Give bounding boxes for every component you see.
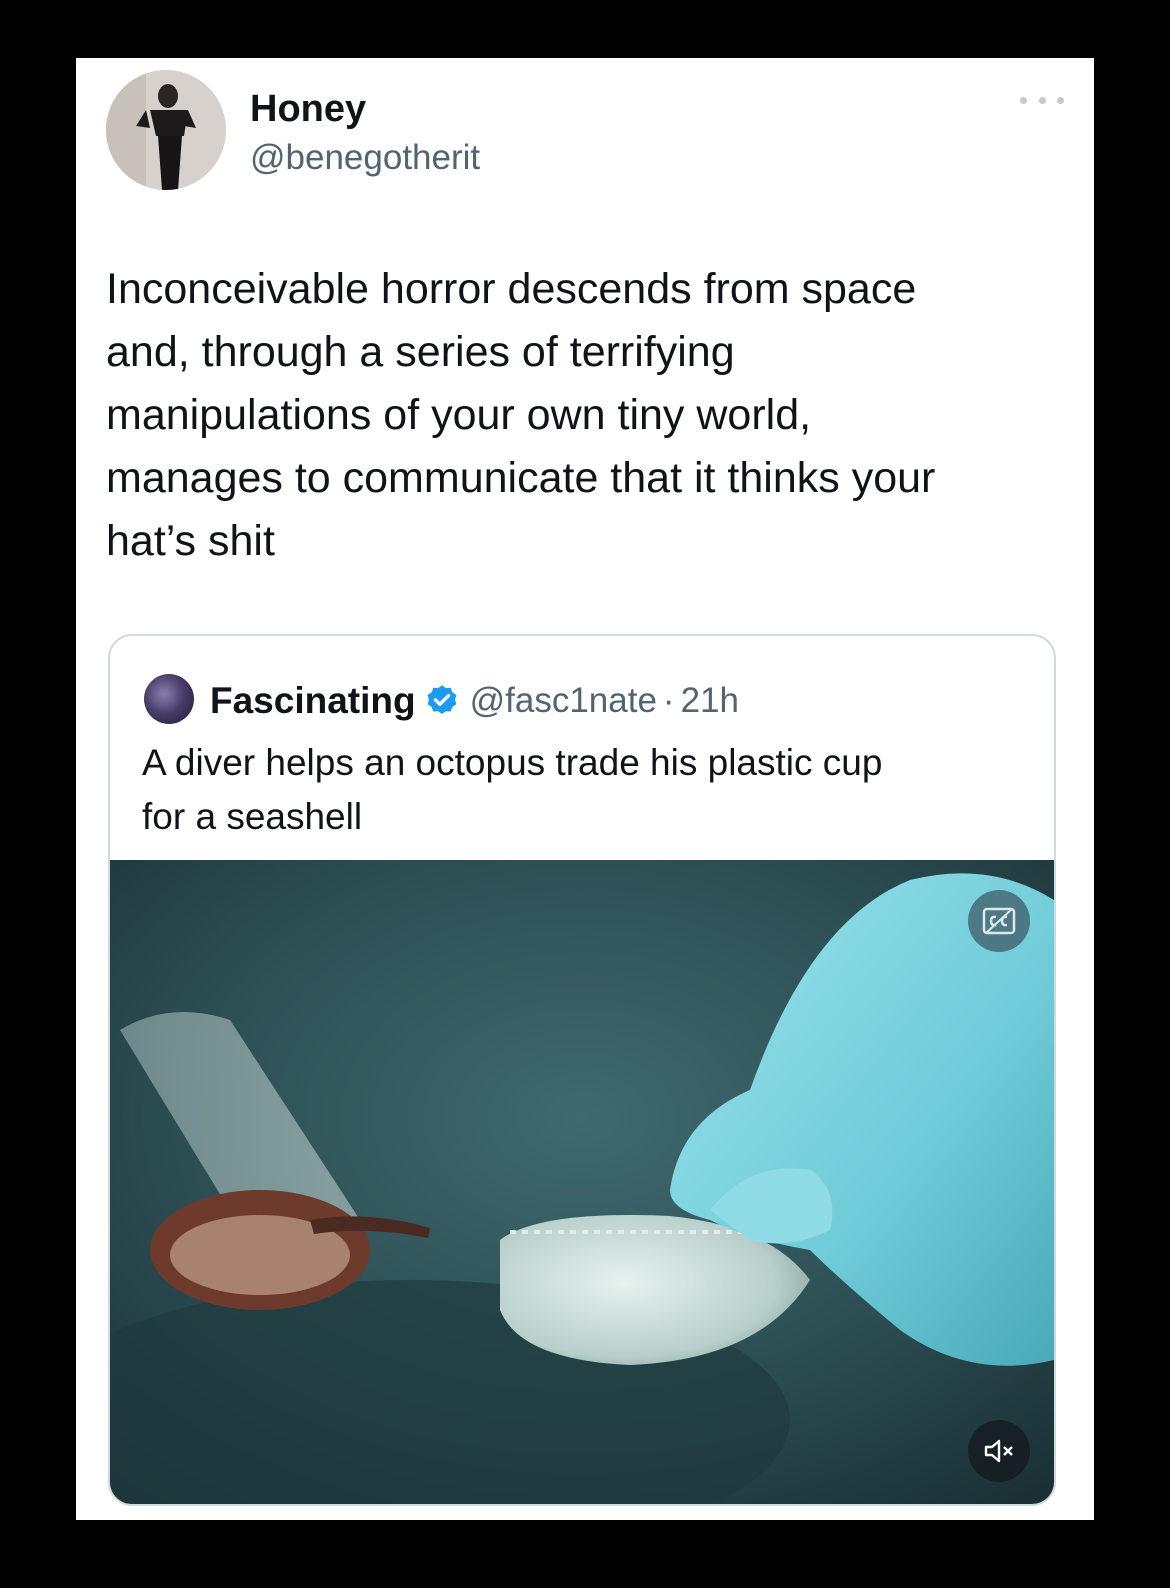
- quoted-header: Fascinating @fasc1nate · 21h: [210, 674, 739, 728]
- quoted-display-name[interactable]: Fascinating: [210, 680, 416, 722]
- closed-captions-icon[interactable]: [968, 890, 1030, 952]
- tweet-text: Inconceivable horror descends from space…: [106, 265, 936, 565]
- quoted-tweet[interactable]: Fascinating @fasc1nate · 21h A diver hel…: [108, 634, 1056, 1506]
- quoted-handle[interactable]: @fasc1nate: [470, 681, 657, 721]
- verified-badge-icon: [424, 683, 460, 719]
- video-frame: [110, 860, 1054, 1504]
- quoted-timestamp[interactable]: 21h: [681, 681, 739, 721]
- video-player[interactable]: [110, 860, 1054, 1504]
- tweet-card: Honey @benegotherit Inconceivable horror…: [76, 58, 1094, 1520]
- more-options-icon[interactable]: [1020, 88, 1064, 112]
- separator-dot: ·: [662, 681, 675, 720]
- quoted-avatar[interactable]: [144, 674, 194, 724]
- quoted-text: A diver helps an octopus trade his plast…: [142, 742, 883, 837]
- avatar[interactable]: [106, 70, 226, 190]
- volume-muted-icon[interactable]: [968, 1420, 1030, 1482]
- display-name[interactable]: Honey: [250, 88, 366, 131]
- user-handle[interactable]: @benegotherit: [250, 138, 480, 178]
